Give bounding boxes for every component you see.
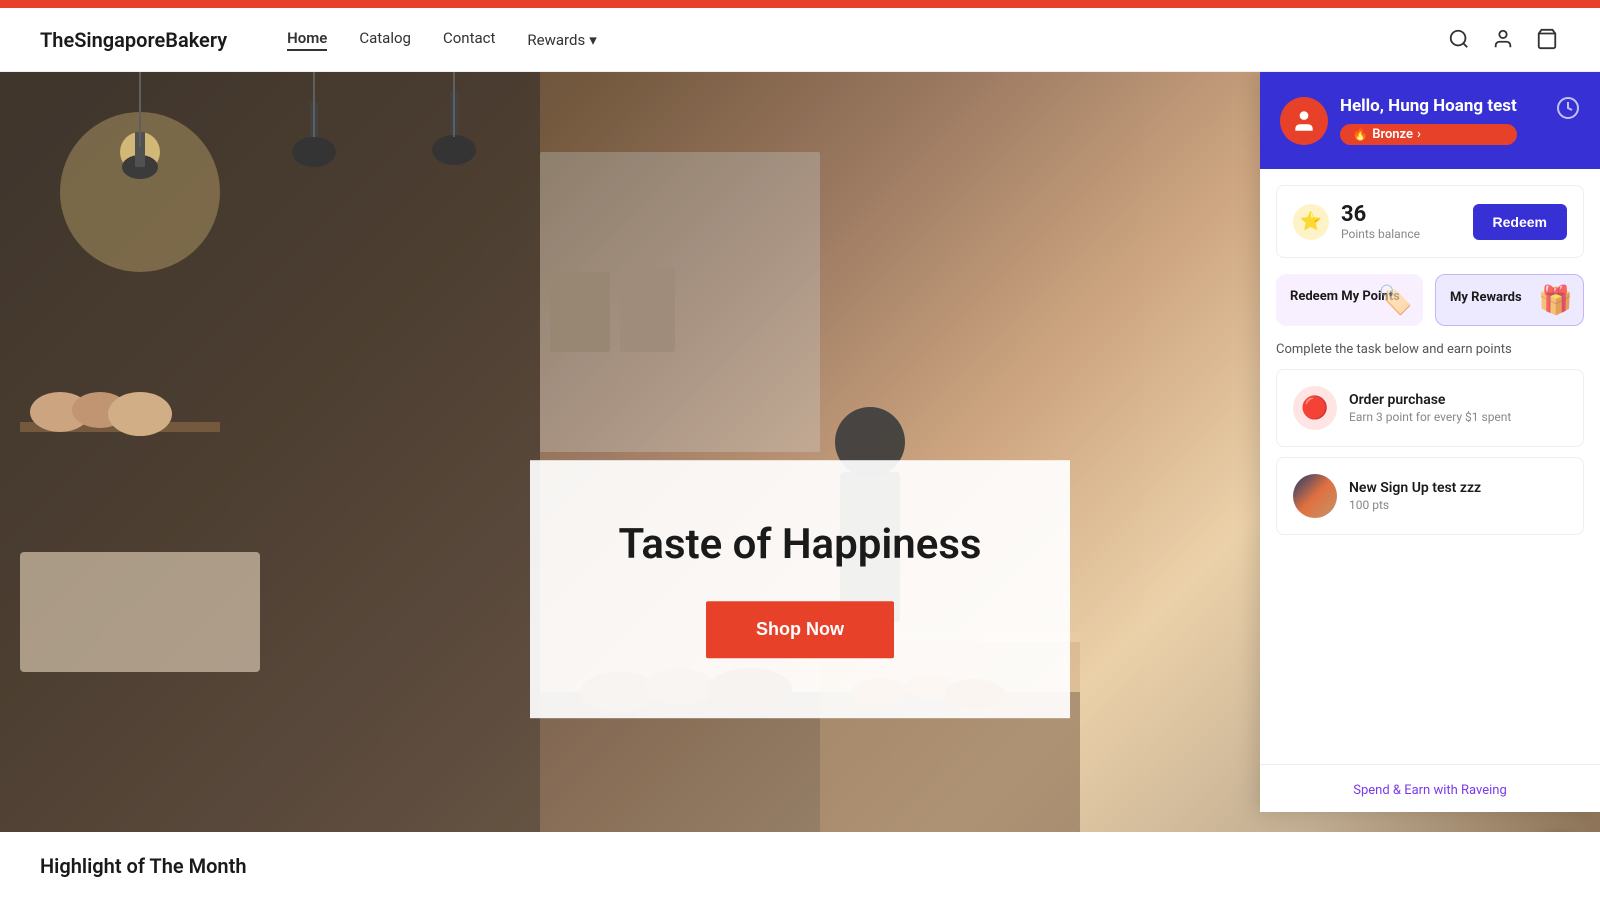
navbar: TheSingaporeBakery Home Catalog Contact … bbox=[0, 8, 1600, 72]
nav-link-contact[interactable]: Contact bbox=[443, 29, 495, 51]
nav-icons bbox=[1448, 28, 1560, 52]
earn-item-order-desc: Earn 3 point for every $1 spent bbox=[1349, 410, 1511, 424]
points-value: 36 bbox=[1341, 202, 1420, 227]
fire-icon: 🔥 bbox=[1352, 127, 1368, 142]
earn-item-order-title: Order purchase bbox=[1349, 392, 1511, 408]
search-icon[interactable] bbox=[1448, 28, 1472, 52]
points-info: 36 Points balance bbox=[1341, 202, 1420, 241]
highlight-title: Highlight of The Month bbox=[40, 854, 246, 878]
nav-link-rewards[interactable]: Rewards ▾ bbox=[527, 29, 596, 51]
earn-item-order: 🔴 Order purchase Earn 3 point for every … bbox=[1276, 369, 1584, 447]
points-section: ⭐ 36 Points balance Redeem bbox=[1276, 185, 1584, 258]
nav-link-home[interactable]: Home bbox=[287, 29, 327, 51]
user-info: Hello, Hung Hoang test 🔥 Bronze › bbox=[1340, 96, 1517, 145]
shop-now-button[interactable]: Shop Now bbox=[706, 601, 894, 658]
rewards-panel: Hello, Hung Hoang test 🔥 Bronze › ⭐ bbox=[1260, 72, 1600, 812]
earn-section: Complete the task below and earn points … bbox=[1260, 342, 1600, 545]
chevron-down-icon: ▾ bbox=[589, 31, 597, 49]
redeem-button[interactable]: Redeem bbox=[1473, 204, 1567, 240]
user-tier-badge[interactable]: 🔥 Bronze › bbox=[1340, 124, 1517, 145]
earn-item-signup-info: New Sign Up test zzz 100 pts bbox=[1349, 480, 1481, 512]
user-name: Hello, Hung Hoang test bbox=[1340, 96, 1517, 116]
redeem-points-card[interactable]: Redeem My Points 🏷️ bbox=[1276, 274, 1423, 326]
earn-section-title: Complete the task below and earn points bbox=[1276, 342, 1584, 357]
panel-footer: Spend & Earn with Raveing bbox=[1260, 764, 1600, 812]
bottom-section: Highlight of The Month bbox=[0, 832, 1600, 900]
points-icon: ⭐ bbox=[1293, 204, 1329, 240]
user-avatar bbox=[1280, 97, 1328, 145]
tag-icon: 🏷️ bbox=[1378, 284, 1413, 317]
earn-item-order-info: Order purchase Earn 3 point for every $1… bbox=[1349, 392, 1511, 424]
top-bar bbox=[0, 0, 1600, 8]
panel-user: Hello, Hung Hoang test 🔥 Bronze › bbox=[1280, 96, 1517, 145]
tier-arrow-icon: › bbox=[1417, 127, 1421, 142]
order-icon: 🔴 bbox=[1293, 386, 1337, 430]
history-icon[interactable] bbox=[1556, 96, 1580, 126]
action-cards: Redeem My Points 🏷️ My Rewards 🎁 bbox=[1276, 274, 1584, 326]
account-icon[interactable] bbox=[1492, 28, 1516, 52]
nav-links: Home Catalog Contact Rewards ▾ bbox=[287, 29, 1448, 51]
my-rewards-card[interactable]: My Rewards 🎁 bbox=[1435, 274, 1584, 326]
raveing-link[interactable]: Spend & Earn with Raveing bbox=[1353, 783, 1507, 798]
nav-link-catalog[interactable]: Catalog bbox=[359, 29, 411, 51]
earn-item-signup: New Sign Up test zzz 100 pts bbox=[1276, 457, 1584, 535]
hero-title: Taste of Happiness bbox=[610, 520, 990, 569]
nav-logo: TheSingaporeBakery bbox=[40, 28, 227, 52]
hero-section: Taste of Happiness Shop Now Hello, Hung … bbox=[0, 72, 1600, 900]
hero-content-box: Taste of Happiness Shop Now bbox=[530, 460, 1070, 718]
points-label: Points balance bbox=[1341, 227, 1420, 241]
gift-icon: 🎁 bbox=[1538, 284, 1573, 317]
earn-item-signup-title: New Sign Up test zzz bbox=[1349, 480, 1481, 496]
signup-icon bbox=[1293, 474, 1337, 518]
cart-icon[interactable] bbox=[1536, 28, 1560, 52]
earn-item-signup-desc: 100 pts bbox=[1349, 498, 1481, 512]
points-left: ⭐ 36 Points balance bbox=[1293, 202, 1420, 241]
panel-header: Hello, Hung Hoang test 🔥 Bronze › bbox=[1260, 72, 1600, 169]
